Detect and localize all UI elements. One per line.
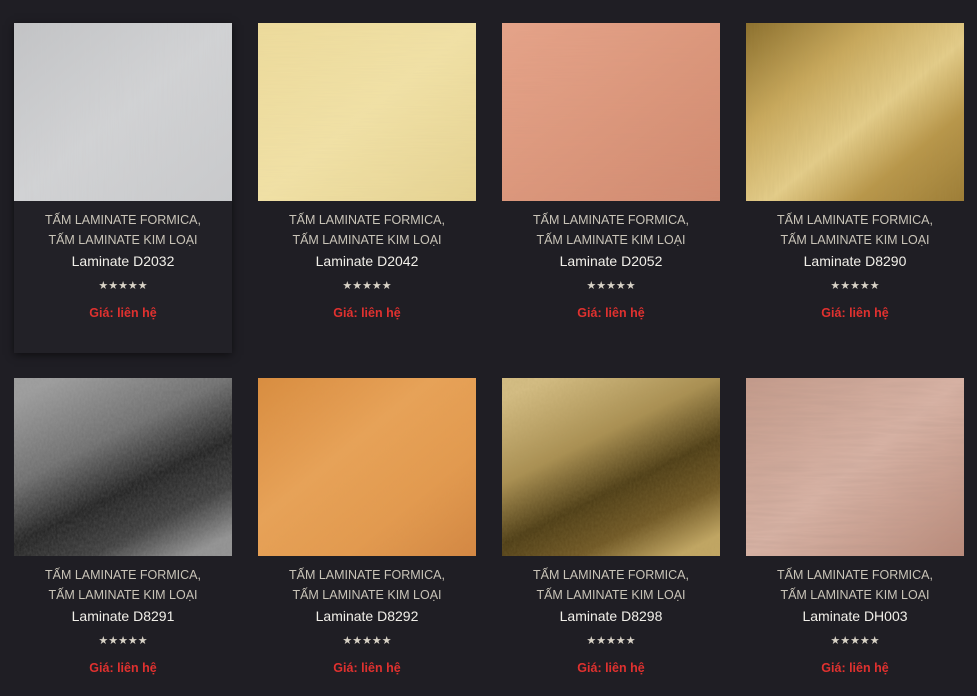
category-separator: , — [197, 568, 202, 582]
category-separator: , — [929, 568, 934, 582]
product-image-rose-wave — [746, 378, 964, 556]
product-image-dark-gold-textured — [502, 378, 720, 556]
rating-stars-icon: ★★★★★ — [98, 634, 148, 647]
product-card[interactable]: TẤM LAMINATE FORMICA, TẤM LAMINATE KIM L… — [14, 378, 232, 696]
category-link[interactable]: TẤM LAMINATE FORMICA — [289, 213, 442, 227]
product-title[interactable]: Laminate D2032 — [14, 253, 232, 269]
category-link[interactable]: TẤM LAMINATE FORMICA — [533, 213, 686, 227]
product-grid: TẤM LAMINATE FORMICA, TẤM LAMINATE KIM L… — [0, 0, 977, 696]
category-link[interactable]: TẤM LAMINATE FORMICA — [45, 213, 198, 227]
category-separator: , — [929, 213, 934, 227]
product-image-pale-gold-brushed — [258, 23, 476, 201]
product-title[interactable]: Laminate D8298 — [502, 608, 720, 624]
rating-stars-icon: ★★★★★ — [830, 279, 880, 292]
product-card[interactable]: TẤM LAMINATE FORMICA, TẤM LAMINATE KIM L… — [14, 23, 232, 353]
product-image[interactable] — [502, 378, 720, 556]
product-categories: TẤM LAMINATE FORMICA, TẤM LAMINATE KIM L… — [746, 210, 964, 250]
product-categories: TẤM LAMINATE FORMICA, TẤM LAMINATE KIM L… — [14, 210, 232, 250]
product-image-orange-copper — [258, 378, 476, 556]
rating-stars-icon: ★★★★★ — [586, 634, 636, 647]
product-price: Giá: liên hệ — [577, 306, 645, 320]
product-price: Giá: liên hệ — [89, 661, 157, 675]
product-categories: TẤM LAMINATE FORMICA, TẤM LAMINATE KIM L… — [746, 565, 964, 605]
product-image[interactable] — [14, 23, 232, 201]
category-link[interactable]: TẤM LAMINATE FORMICA — [289, 568, 442, 582]
rating-stars-icon: ★★★★★ — [586, 279, 636, 292]
product-image-copper-brushed — [502, 23, 720, 201]
product-price: Giá: liên hệ — [333, 661, 401, 675]
category-separator: , — [685, 213, 690, 227]
category-separator: , — [685, 568, 690, 582]
product-categories: TẤM LAMINATE FORMICA, TẤM LAMINATE KIM L… — [502, 565, 720, 605]
rating-stars-icon: ★★★★★ — [98, 279, 148, 292]
category-link[interactable]: TẤM LAMINATE FORMICA — [45, 568, 198, 582]
category-link[interactable]: TẤM LAMINATE KIM LOẠI — [780, 233, 929, 247]
product-categories: TẤM LAMINATE FORMICA, TẤM LAMINATE KIM L… — [258, 210, 476, 250]
category-link[interactable]: TẤM LAMINATE KIM LOẠI — [48, 233, 197, 247]
category-link[interactable]: TẤM LAMINATE FORMICA — [533, 568, 686, 582]
product-image[interactable] — [14, 378, 232, 556]
category-link[interactable]: TẤM LAMINATE KIM LOẠI — [536, 233, 685, 247]
category-link[interactable]: TẤM LAMINATE KIM LOẠI — [536, 588, 685, 602]
category-link[interactable]: TẤM LAMINATE FORMICA — [777, 213, 930, 227]
category-link[interactable]: TẤM LAMINATE FORMICA — [777, 568, 930, 582]
category-link[interactable]: TẤM LAMINATE KIM LOẠI — [48, 588, 197, 602]
product-title[interactable]: Laminate D8291 — [14, 608, 232, 624]
category-link[interactable]: TẤM LAMINATE KIM LOẠI — [292, 588, 441, 602]
rating-stars-icon: ★★★★★ — [830, 634, 880, 647]
product-title[interactable]: Laminate D2042 — [258, 253, 476, 269]
product-title[interactable]: Laminate D8290 — [746, 253, 964, 269]
product-price: Giá: liên hệ — [89, 306, 157, 320]
product-price: Giá: liên hệ — [821, 306, 889, 320]
product-image[interactable] — [746, 23, 964, 201]
product-image[interactable] — [258, 378, 476, 556]
product-image-bronze-gold — [746, 23, 964, 201]
product-title[interactable]: Laminate D8292 — [258, 608, 476, 624]
product-image[interactable] — [746, 378, 964, 556]
product-image[interactable] — [258, 23, 476, 201]
product-categories: TẤM LAMINATE FORMICA, TẤM LAMINATE KIM L… — [14, 565, 232, 605]
product-title[interactable]: Laminate D2052 — [502, 253, 720, 269]
category-separator: , — [441, 213, 446, 227]
product-card[interactable]: TẤM LAMINATE FORMICA, TẤM LAMINATE KIM L… — [746, 378, 964, 696]
product-title[interactable]: Laminate DH003 — [746, 608, 964, 624]
product-categories: TẤM LAMINATE FORMICA, TẤM LAMINATE KIM L… — [502, 210, 720, 250]
product-card[interactable]: TẤM LAMINATE FORMICA, TẤM LAMINATE KIM L… — [502, 23, 720, 353]
product-card[interactable]: TẤM LAMINATE FORMICA, TẤM LAMINATE KIM L… — [258, 23, 476, 353]
category-link[interactable]: TẤM LAMINATE KIM LOẠI — [292, 233, 441, 247]
rating-stars-icon: ★★★★★ — [342, 634, 392, 647]
category-link[interactable]: TẤM LAMINATE KIM LOẠI — [780, 588, 929, 602]
product-categories: TẤM LAMINATE FORMICA, TẤM LAMINATE KIM L… — [258, 565, 476, 605]
product-price: Giá: liên hệ — [821, 661, 889, 675]
product-price: Giá: liên hệ — [333, 306, 401, 320]
category-separator: , — [441, 568, 446, 582]
product-image-silver-brushed — [14, 23, 232, 201]
product-image[interactable] — [502, 23, 720, 201]
rating-stars-icon: ★★★★★ — [342, 279, 392, 292]
product-image-black-silver-textured — [14, 378, 232, 556]
product-price: Giá: liên hệ — [577, 661, 645, 675]
product-card[interactable]: TẤM LAMINATE FORMICA, TẤM LAMINATE KIM L… — [258, 378, 476, 696]
product-card[interactable]: TẤM LAMINATE FORMICA, TẤM LAMINATE KIM L… — [502, 378, 720, 696]
category-separator: , — [197, 213, 202, 227]
product-card[interactable]: TẤM LAMINATE FORMICA, TẤM LAMINATE KIM L… — [746, 23, 964, 353]
